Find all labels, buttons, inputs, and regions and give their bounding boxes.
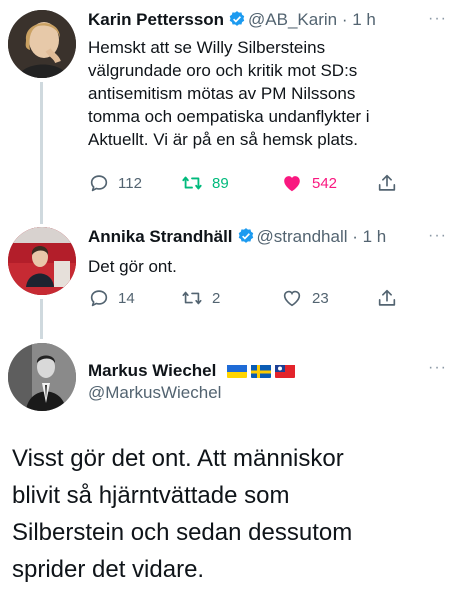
text-line: tomma och oempatiska undanflykter i	[88, 107, 370, 126]
share-button[interactable]	[376, 287, 398, 309]
display-name[interactable]: Markus Wiechel	[88, 361, 216, 380]
share-icon	[378, 289, 396, 306]
text-line: Aktuellt. Vi är på en så hemsk plats.	[88, 130, 358, 149]
handle[interactable]: @AB_Karin	[248, 10, 337, 29]
retweet-button[interactable]: 2	[180, 287, 220, 309]
heart-filled-icon	[284, 176, 300, 192]
retweet-count: 89	[212, 174, 229, 192]
text-line: Hemskt att se Willy Silbersteins	[88, 38, 326, 57]
reply-count: 112	[118, 174, 142, 192]
handle[interactable]: @MarkusWiechel	[88, 383, 221, 402]
text-line: sprider det vidare.	[12, 556, 205, 583]
reply-button[interactable]: 14	[88, 287, 135, 309]
timestamp[interactable]: · 1 h	[352, 227, 386, 246]
tweet-actions: 14 2 23	[88, 287, 418, 311]
handle-row: @MarkusWiechel	[88, 383, 429, 403]
like-button[interactable]: 542	[280, 172, 337, 194]
more-options-icon[interactable]: ···	[428, 10, 447, 28]
text-line: Det gör ont.	[88, 257, 177, 276]
like-button[interactable]: 23	[280, 287, 329, 309]
thread-line	[40, 82, 43, 224]
text-line: blivit så hjärntvättade som	[12, 482, 290, 509]
avatar-markus[interactable]	[8, 343, 76, 411]
reply-button[interactable]: 112	[88, 172, 142, 194]
reply-icon	[90, 175, 108, 192]
reply-icon	[90, 290, 108, 307]
text-line: Visst gör det ont. Att människor	[12, 445, 344, 472]
text-line: Silberstein och sedan dessutom	[12, 519, 353, 546]
display-name[interactable]: Annika Strandhäll	[88, 227, 233, 246]
more-options-icon[interactable]: ···	[428, 227, 447, 245]
tweet-karin[interactable]: Karin Pettersson @AB_Karin · 1 h ··· Hems…	[0, 0, 457, 224]
more-options-icon[interactable]: ···	[428, 359, 447, 377]
retweet-icon	[182, 291, 202, 305]
retweet-button[interactable]: 89	[180, 172, 229, 194]
verified-badge-icon	[228, 10, 246, 33]
tweet-annika[interactable]: Annika Strandhäll @strandhall · 1 h ··· D…	[0, 215, 457, 339]
share-button[interactable]	[376, 172, 398, 194]
avatar-annika[interactable]	[8, 227, 76, 295]
verified-badge-icon	[237, 227, 255, 250]
tweet-text: Det gör ont.	[88, 255, 443, 278]
flag-emojis	[227, 364, 296, 378]
tweet-header: Karin Pettersson @AB_Karin · 1 h	[88, 10, 429, 33]
focused-tweet-text: Visst gör det ont. Att människor blivit …	[12, 440, 442, 588]
like-count: 23	[312, 289, 329, 307]
heart-outline-icon	[283, 290, 301, 307]
retweet-count: 2	[212, 289, 221, 307]
tweet-text: Hemskt att se Willy Silbersteins välgrun…	[88, 36, 443, 151]
ukraine-flag-icon	[227, 364, 248, 378]
tweet-header: Markus Wiechel	[88, 361, 429, 381]
reply-count: 14	[118, 289, 135, 307]
handle[interactable]: @strandhall	[257, 227, 348, 246]
sweden-flag-icon	[251, 364, 272, 378]
retweet-icon	[182, 176, 202, 190]
avatar-karin[interactable]	[8, 10, 76, 78]
taiwan-flag-icon	[275, 364, 296, 378]
tweet-header: Annika Strandhäll @strandhall · 1 h	[88, 227, 429, 250]
display-name[interactable]: Karin Pettersson	[88, 10, 224, 29]
thread-line	[40, 299, 43, 339]
text-line: välgrundade oro och kritik mot SD:s	[88, 61, 358, 80]
share-icon	[378, 174, 396, 191]
tweet-actions: 112 89 542	[88, 172, 418, 196]
text-line: antisemitism mötas av PM Nilssons	[88, 84, 356, 103]
like-count: 542	[312, 174, 338, 192]
timestamp[interactable]: · 1 h	[342, 10, 376, 29]
